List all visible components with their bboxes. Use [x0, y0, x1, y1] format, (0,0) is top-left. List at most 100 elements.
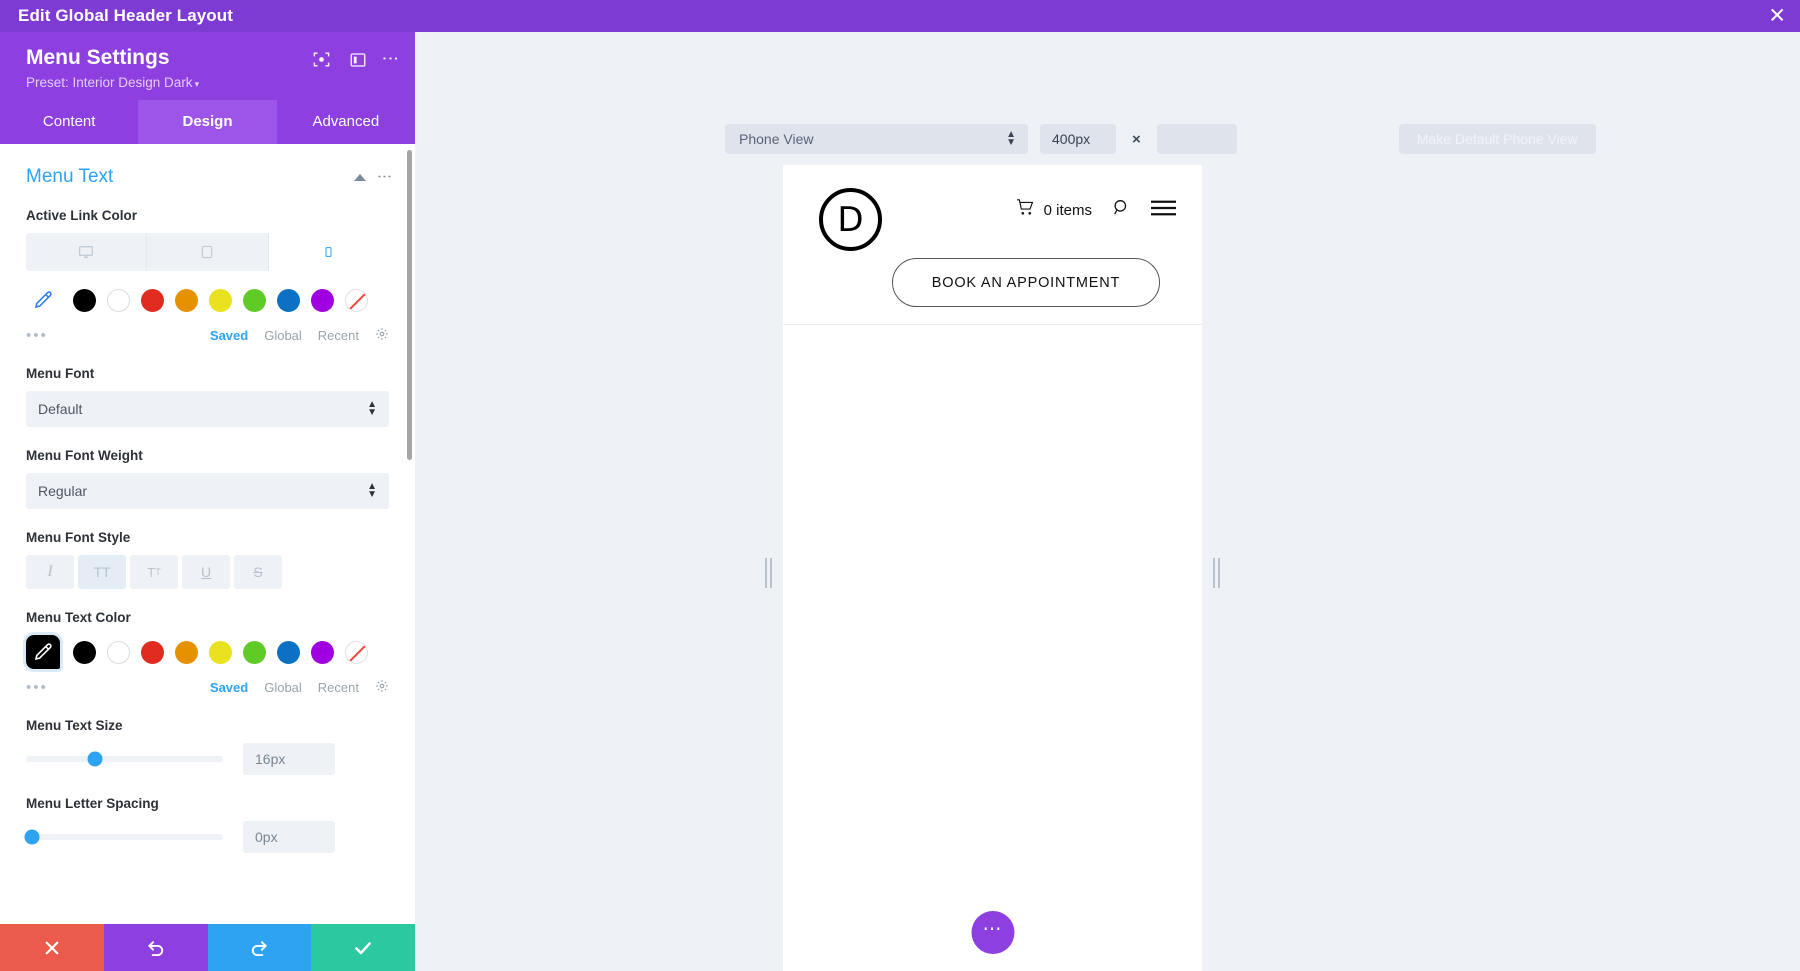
field-menu-letter-spacing: Menu Letter Spacing 0px [24, 796, 389, 853]
device-tablet-button[interactable] [147, 233, 269, 271]
chevron-down-icon: ▾ [194, 79, 200, 89]
menu-letter-spacing-slider-knob[interactable] [24, 829, 40, 845]
preview-width-input[interactable]: 400px [1040, 124, 1116, 154]
select-arrows-icon: ▲ ▼ [1006, 129, 1016, 148]
window-title: Edit Global Header Layout [18, 6, 234, 25]
device-desktop-button[interactable] [26, 233, 148, 271]
cancel-button[interactable] [0, 924, 104, 971]
preset-selector[interactable]: Preset: Interior Design Dark ▾ [26, 75, 395, 90]
view-mode-value: Phone View [739, 131, 814, 147]
italic-button[interactable]: I [26, 555, 74, 589]
swatch-yellow[interactable] [209, 288, 232, 312]
make-default-phone-view-button[interactable]: Make Default Phone View [1398, 124, 1596, 154]
menu-font-value: Default [38, 401, 83, 417]
menu-text-size-slider-knob[interactable] [87, 751, 103, 767]
recent-colors-link[interactable]: Recent [318, 328, 359, 343]
save-button[interactable] [311, 924, 415, 971]
chevron-up-icon[interactable] [354, 173, 366, 181]
redo-button[interactable] [207, 924, 312, 971]
swatch-orange[interactable] [175, 288, 198, 312]
small-caps-button[interactable]: TT [130, 555, 178, 589]
saved-colors-link[interactable]: Saved [210, 328, 248, 343]
cart-widget[interactable]: 0 items [1016, 199, 1092, 221]
strikethrough-button[interactable]: S [234, 555, 282, 589]
swatch-white[interactable] [107, 640, 130, 664]
resize-handle-right[interactable] [1213, 558, 1220, 588]
swatch-red[interactable] [141, 288, 164, 312]
tab-advanced[interactable]: Advanced [277, 100, 415, 144]
panel-body: Menu Text ⋮ Active Link Color ••• Saved … [0, 144, 415, 971]
site-logo[interactable]: D [819, 188, 882, 251]
search-icon[interactable] [1112, 198, 1131, 222]
swatch-blue[interactable] [277, 288, 300, 312]
menu-font-weight-select[interactable]: Regular ▲ ▼ [26, 473, 389, 509]
book-appointment-button[interactable]: BOOK AN APPOINTMENT [892, 258, 1160, 307]
layout-panel-icon[interactable] [349, 51, 367, 69]
menu-letter-spacing-slider[interactable] [24, 829, 223, 845]
menu-text-size-input[interactable]: 16px [243, 743, 335, 775]
panel-scrollbar[interactable] [407, 150, 412, 460]
site-header-nav: 0 items [1016, 198, 1177, 222]
panel-header: Menu Settings ⋮ Preset: Interior Design … [0, 32, 415, 100]
recent-colors-link[interactable]: Recent [318, 680, 359, 695]
resize-handle-left[interactable] [765, 558, 772, 588]
gear-icon[interactable] [375, 679, 389, 696]
swatch-purple[interactable] [311, 640, 334, 664]
swatch-white[interactable] [107, 288, 130, 312]
preset-label: Preset: Interior Design Dark [26, 75, 193, 90]
window-titlebar: Edit Global Header Layout ✕ [0, 0, 1800, 32]
menu-text-size-slider[interactable] [26, 751, 223, 767]
global-colors-link[interactable]: Global [264, 680, 302, 695]
logo-letter: D [837, 199, 864, 240]
preview-height-input[interactable] [1156, 124, 1237, 154]
menu-font-weight-value: Regular [38, 483, 88, 499]
kebab-menu-icon[interactable]: ⋮ [381, 50, 400, 69]
section-kebab-menu-icon[interactable]: ⋮ [376, 169, 393, 186]
field-active-link-color: Active Link Color ••• Saved Global Recen… [26, 208, 389, 345]
preview-canvas: Phone View ▲ ▼ 400px × Make Default Phone… [415, 32, 1800, 971]
focus-target-icon[interactable] [312, 50, 331, 69]
swatch-green[interactable] [243, 288, 266, 312]
field-menu-font-weight: Menu Font Weight Regular ▲ ▼ [26, 448, 389, 509]
swatch-green[interactable] [243, 640, 266, 664]
view-mode-select[interactable]: Phone View ▲ ▼ [725, 124, 1028, 154]
settings-panel: Menu Settings ⋮ Preset: Interior Design … [0, 32, 415, 971]
swatch-blue[interactable] [277, 640, 300, 664]
saved-colors-link[interactable]: Saved [210, 680, 248, 695]
active-link-color-label: Active Link Color [26, 208, 138, 223]
close-icon[interactable]: ✕ [1768, 5, 1786, 27]
swatch-black[interactable] [73, 640, 96, 664]
section-title[interactable]: Menu Text [26, 166, 113, 188]
field-menu-font: Menu Font Default ▲ ▼ [26, 366, 389, 427]
swatch-orange[interactable] [175, 640, 198, 664]
swatch-none[interactable] [345, 640, 368, 664]
select-arrows-icon: ▲ ▼ [367, 399, 377, 418]
undo-button[interactable] [103, 924, 208, 971]
eyedropper-icon-menu-text[interactable] [26, 635, 60, 669]
underline-button[interactable]: U [182, 555, 230, 589]
menu-font-style-buttons: I TT TT U S [26, 555, 389, 589]
menu-text-color-meta: ••• Saved Global Recent [26, 677, 389, 697]
global-colors-link[interactable]: Global [264, 328, 302, 343]
eyedropper-icon-active-link[interactable] [26, 283, 60, 317]
swatch-yellow[interactable] [209, 640, 232, 664]
tab-design[interactable]: Design [138, 100, 277, 144]
field-menu-text-size: Menu Text Size 16px [26, 718, 389, 775]
field-menu-font-style: Menu Font Style I TT TT U S [26, 530, 389, 589]
menu-font-label: Menu Font [26, 366, 95, 381]
more-dots-icon[interactable]: ⋯ [971, 911, 1014, 954]
menu-font-select[interactable]: Default ▲ ▼ [26, 391, 389, 427]
hamburger-menu-icon[interactable] [1150, 199, 1177, 222]
swatch-red[interactable] [141, 640, 164, 664]
menu-letter-spacing-input[interactable]: 0px [243, 821, 335, 853]
gear-icon[interactable] [375, 327, 389, 344]
swatch-black[interactable] [73, 288, 96, 312]
cart-icon [1016, 199, 1035, 221]
tab-content[interactable]: Content [0, 100, 138, 144]
more-dots-icon[interactable]: ••• [26, 679, 48, 696]
uppercase-button[interactable]: TT [78, 555, 126, 589]
device-phone-button[interactable] [268, 233, 389, 271]
swatch-purple[interactable] [311, 288, 334, 312]
swatch-none[interactable] [345, 288, 368, 312]
more-dots-icon[interactable]: ••• [26, 327, 48, 344]
